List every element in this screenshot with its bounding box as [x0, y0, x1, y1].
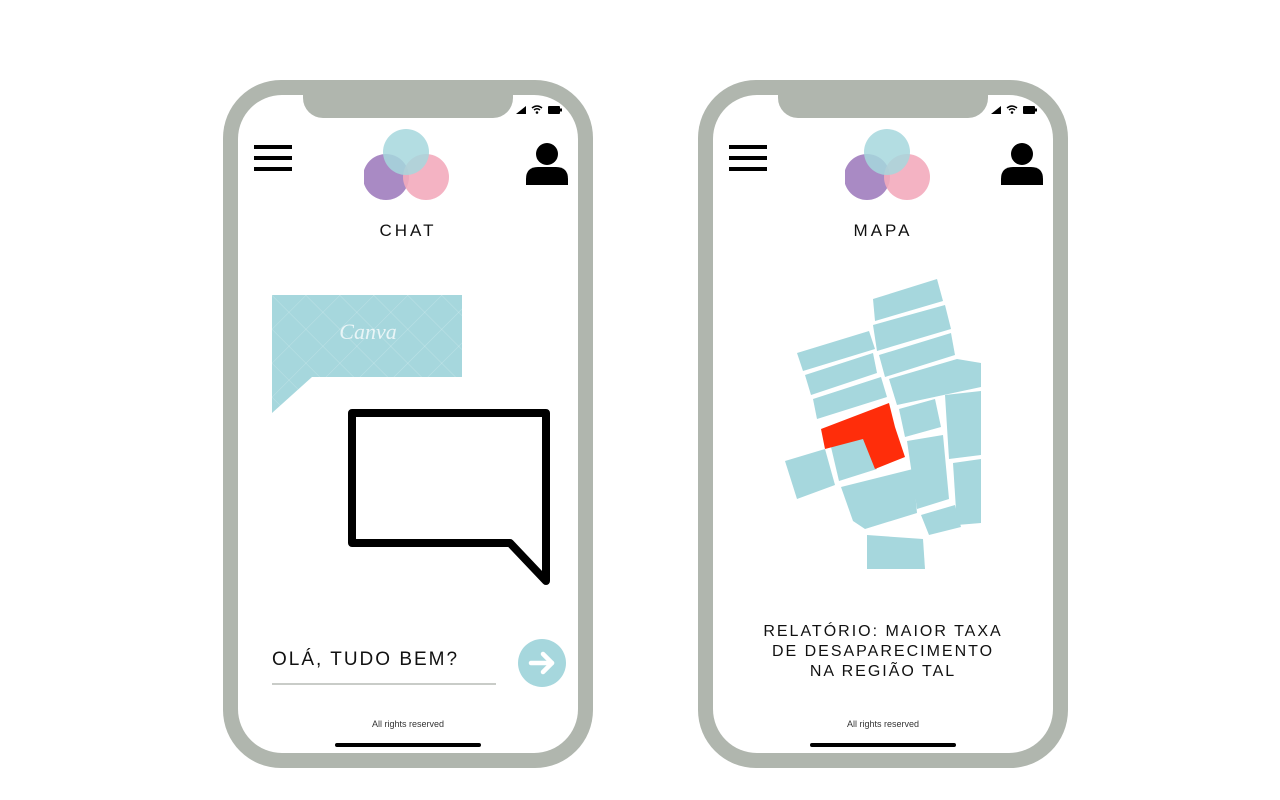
- home-indicator[interactable]: [810, 743, 956, 747]
- three-circles-logo: [364, 129, 449, 200]
- map-block: [785, 449, 835, 499]
- footer-text: All rights reserved: [846, 719, 920, 729]
- home-indicator[interactable]: [335, 743, 481, 747]
- footer-text: All rights reserved: [371, 719, 445, 729]
- message-input[interactable]: OLÁ, TUDO BEM?: [272, 649, 496, 685]
- signal-icon: [516, 105, 526, 114]
- battery-icon: [1023, 105, 1037, 114]
- page-title: CHAT: [379, 221, 437, 240]
- hamburger-menu-icon[interactable]: [254, 145, 292, 173]
- chat-bubbles-illustration: Canva: [272, 295, 550, 585]
- user-icon[interactable]: [526, 143, 568, 185]
- wifi-icon: [1006, 105, 1018, 114]
- report-line: RELATÓRIO: MAIOR TAXA: [763, 623, 1003, 640]
- page-title: MAPA: [853, 221, 913, 240]
- received-message-bubble: [272, 295, 462, 413]
- user-icon[interactable]: [1001, 143, 1043, 185]
- three-circles-logo: [845, 129, 930, 200]
- status-bar: [516, 105, 562, 114]
- phone-map: MAPA RELATÓRIO: MAIOR TAXA DE DESAPARECI…: [698, 80, 1068, 768]
- canva-watermark: Canva: [339, 319, 396, 344]
- report-text: RELATÓRIO: MAIOR TAXA DE DESAPARECIMENTO…: [733, 622, 1033, 682]
- hamburger-menu-icon[interactable]: [729, 145, 767, 173]
- chat-screen: CHAT Canva OLÁ, TUDO BEM? All rights res…: [238, 95, 578, 753]
- report-line: DE DESAPARECIMENTO: [771, 643, 995, 660]
- wifi-icon: [531, 105, 543, 114]
- map-block: [921, 505, 961, 535]
- map-block: [867, 535, 925, 569]
- status-bar: [991, 105, 1037, 114]
- map-block: [945, 391, 981, 459]
- map-block: [899, 399, 941, 437]
- battery-icon: [548, 105, 562, 114]
- region-map[interactable]: [785, 279, 985, 569]
- notch: [303, 95, 513, 118]
- phone-chat: CHAT Canva OLÁ, TUDO BEM? All rights res…: [223, 80, 593, 768]
- signal-icon: [991, 105, 1001, 114]
- map-block: [841, 469, 917, 529]
- arrow-right-icon: [528, 651, 555, 675]
- notch: [778, 95, 988, 118]
- map-screen: MAPA RELATÓRIO: MAIOR TAXA DE DESAPARECI…: [713, 95, 1053, 753]
- sent-message-bubble: [348, 409, 550, 585]
- send-button[interactable]: [518, 639, 566, 687]
- report-line: NA REGIÃO TAL: [809, 663, 957, 680]
